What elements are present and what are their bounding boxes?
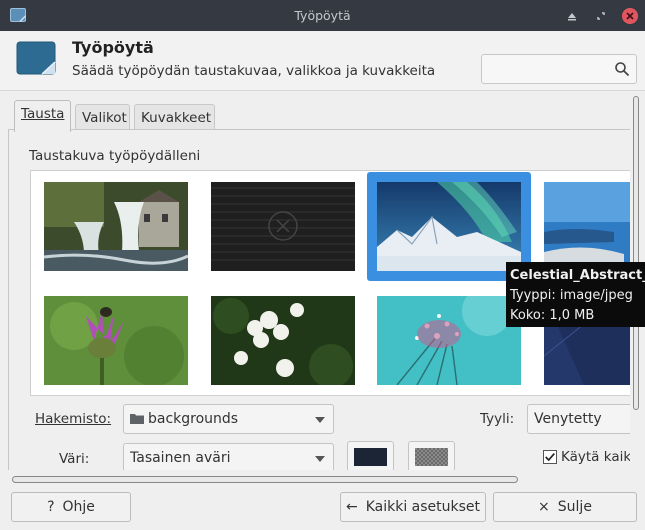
folder-combo[interactable]: backgrounds xyxy=(123,404,334,434)
vertical-scrollbar-thumb[interactable] xyxy=(633,96,639,410)
style-label: Tyyli: xyxy=(480,411,515,427)
horizontal-scrollbar-thumb[interactable] xyxy=(12,476,518,483)
folder-combo-value: backgrounds xyxy=(148,411,239,427)
close-button[interactable]: × Sulje xyxy=(493,492,637,522)
all-settings-button-label: Kaikki asetukset xyxy=(365,499,481,515)
primary-color-button[interactable] xyxy=(347,441,394,470)
style-combo-value: Venytetty xyxy=(534,411,602,427)
close-button-label: Sulje xyxy=(557,499,592,515)
horizontal-scrollbar[interactable] xyxy=(8,474,630,484)
color-label: Väri: xyxy=(59,451,90,467)
tab-icons-label: Kuvakkeet xyxy=(141,110,212,126)
help-button-label: Ohje xyxy=(62,499,95,515)
title-bar: Työpöytä xyxy=(0,0,645,31)
search-box[interactable] xyxy=(481,54,637,84)
tab-icons[interactable]: Kuvakkeet xyxy=(134,104,215,131)
wallpaper-thumb-dark-stripes[interactable] xyxy=(211,182,355,271)
help-icon: ? xyxy=(47,499,55,515)
close-icon: × xyxy=(538,499,550,515)
back-arrow-icon: ← xyxy=(345,499,358,515)
tooltip-size: Koko: 1,0 MB xyxy=(510,308,595,323)
wallpaper-thumb-waterfall[interactable] xyxy=(44,182,188,271)
window-title: Työpöytä xyxy=(294,8,351,23)
tab-menus[interactable]: Valikot xyxy=(75,104,130,131)
wallpaper-tooltip: Celestial_Abstract_L Tyyppi: image/jpeg … xyxy=(506,262,645,327)
folder-label: Hakemisto: xyxy=(35,411,112,427)
tab-menus-label: Valikot xyxy=(82,110,127,126)
chevron-down-icon xyxy=(315,417,325,423)
wallpaper-thumb-celestial[interactable] xyxy=(377,182,521,271)
wallpaper-thumb-coast[interactable] xyxy=(544,182,630,271)
apply-all-label: Käytä kaik xyxy=(561,449,630,465)
tab-background-label: Tausta xyxy=(21,106,65,122)
tooltip-type: Tyyppi: image/jpeg xyxy=(510,288,633,303)
close-window-icon[interactable] xyxy=(622,8,638,24)
secondary-color-button[interactable] xyxy=(408,441,455,470)
shade-icon[interactable] xyxy=(564,8,580,24)
wallpaper-thumb-dandelion[interactable] xyxy=(377,296,521,385)
dialog-header: Työpöytä Säädä työpöydän taustakuvaa, va… xyxy=(0,31,645,91)
folder-icon xyxy=(130,413,144,424)
wallpaper-thumb-white-flowers[interactable] xyxy=(211,296,355,385)
header-subtitle: Säädä työpöydän taustakuvaa, valikkoa ja… xyxy=(72,63,436,79)
apply-all-checkbox[interactable] xyxy=(543,450,557,464)
wallpaper-section-label: Taustakuva työpöydälleni xyxy=(29,148,201,164)
tooltip-filename: Celestial_Abstract_L xyxy=(510,268,645,283)
secondary-color-swatch xyxy=(415,448,448,466)
search-icon[interactable] xyxy=(614,61,630,77)
tab-background[interactable]: Tausta xyxy=(14,100,71,132)
header-title: Työpöytä xyxy=(72,38,154,57)
color-mode-value: Tasainen aväri xyxy=(130,450,231,466)
checkmark-icon xyxy=(545,453,555,462)
help-button[interactable]: ? Ohje xyxy=(11,492,131,522)
primary-color-swatch xyxy=(354,448,387,466)
desktop-settings-icon xyxy=(16,41,56,75)
restore-icon[interactable] xyxy=(593,8,609,24)
all-settings-button[interactable]: ← Kaikki asetukset xyxy=(340,492,486,522)
style-combo[interactable]: Venytetty xyxy=(527,404,630,434)
chevron-down-icon xyxy=(315,456,325,462)
wallpaper-thumb-thistle[interactable] xyxy=(44,296,188,385)
color-mode-combo[interactable]: Tasainen aväri xyxy=(123,443,334,470)
search-input[interactable] xyxy=(486,59,612,79)
